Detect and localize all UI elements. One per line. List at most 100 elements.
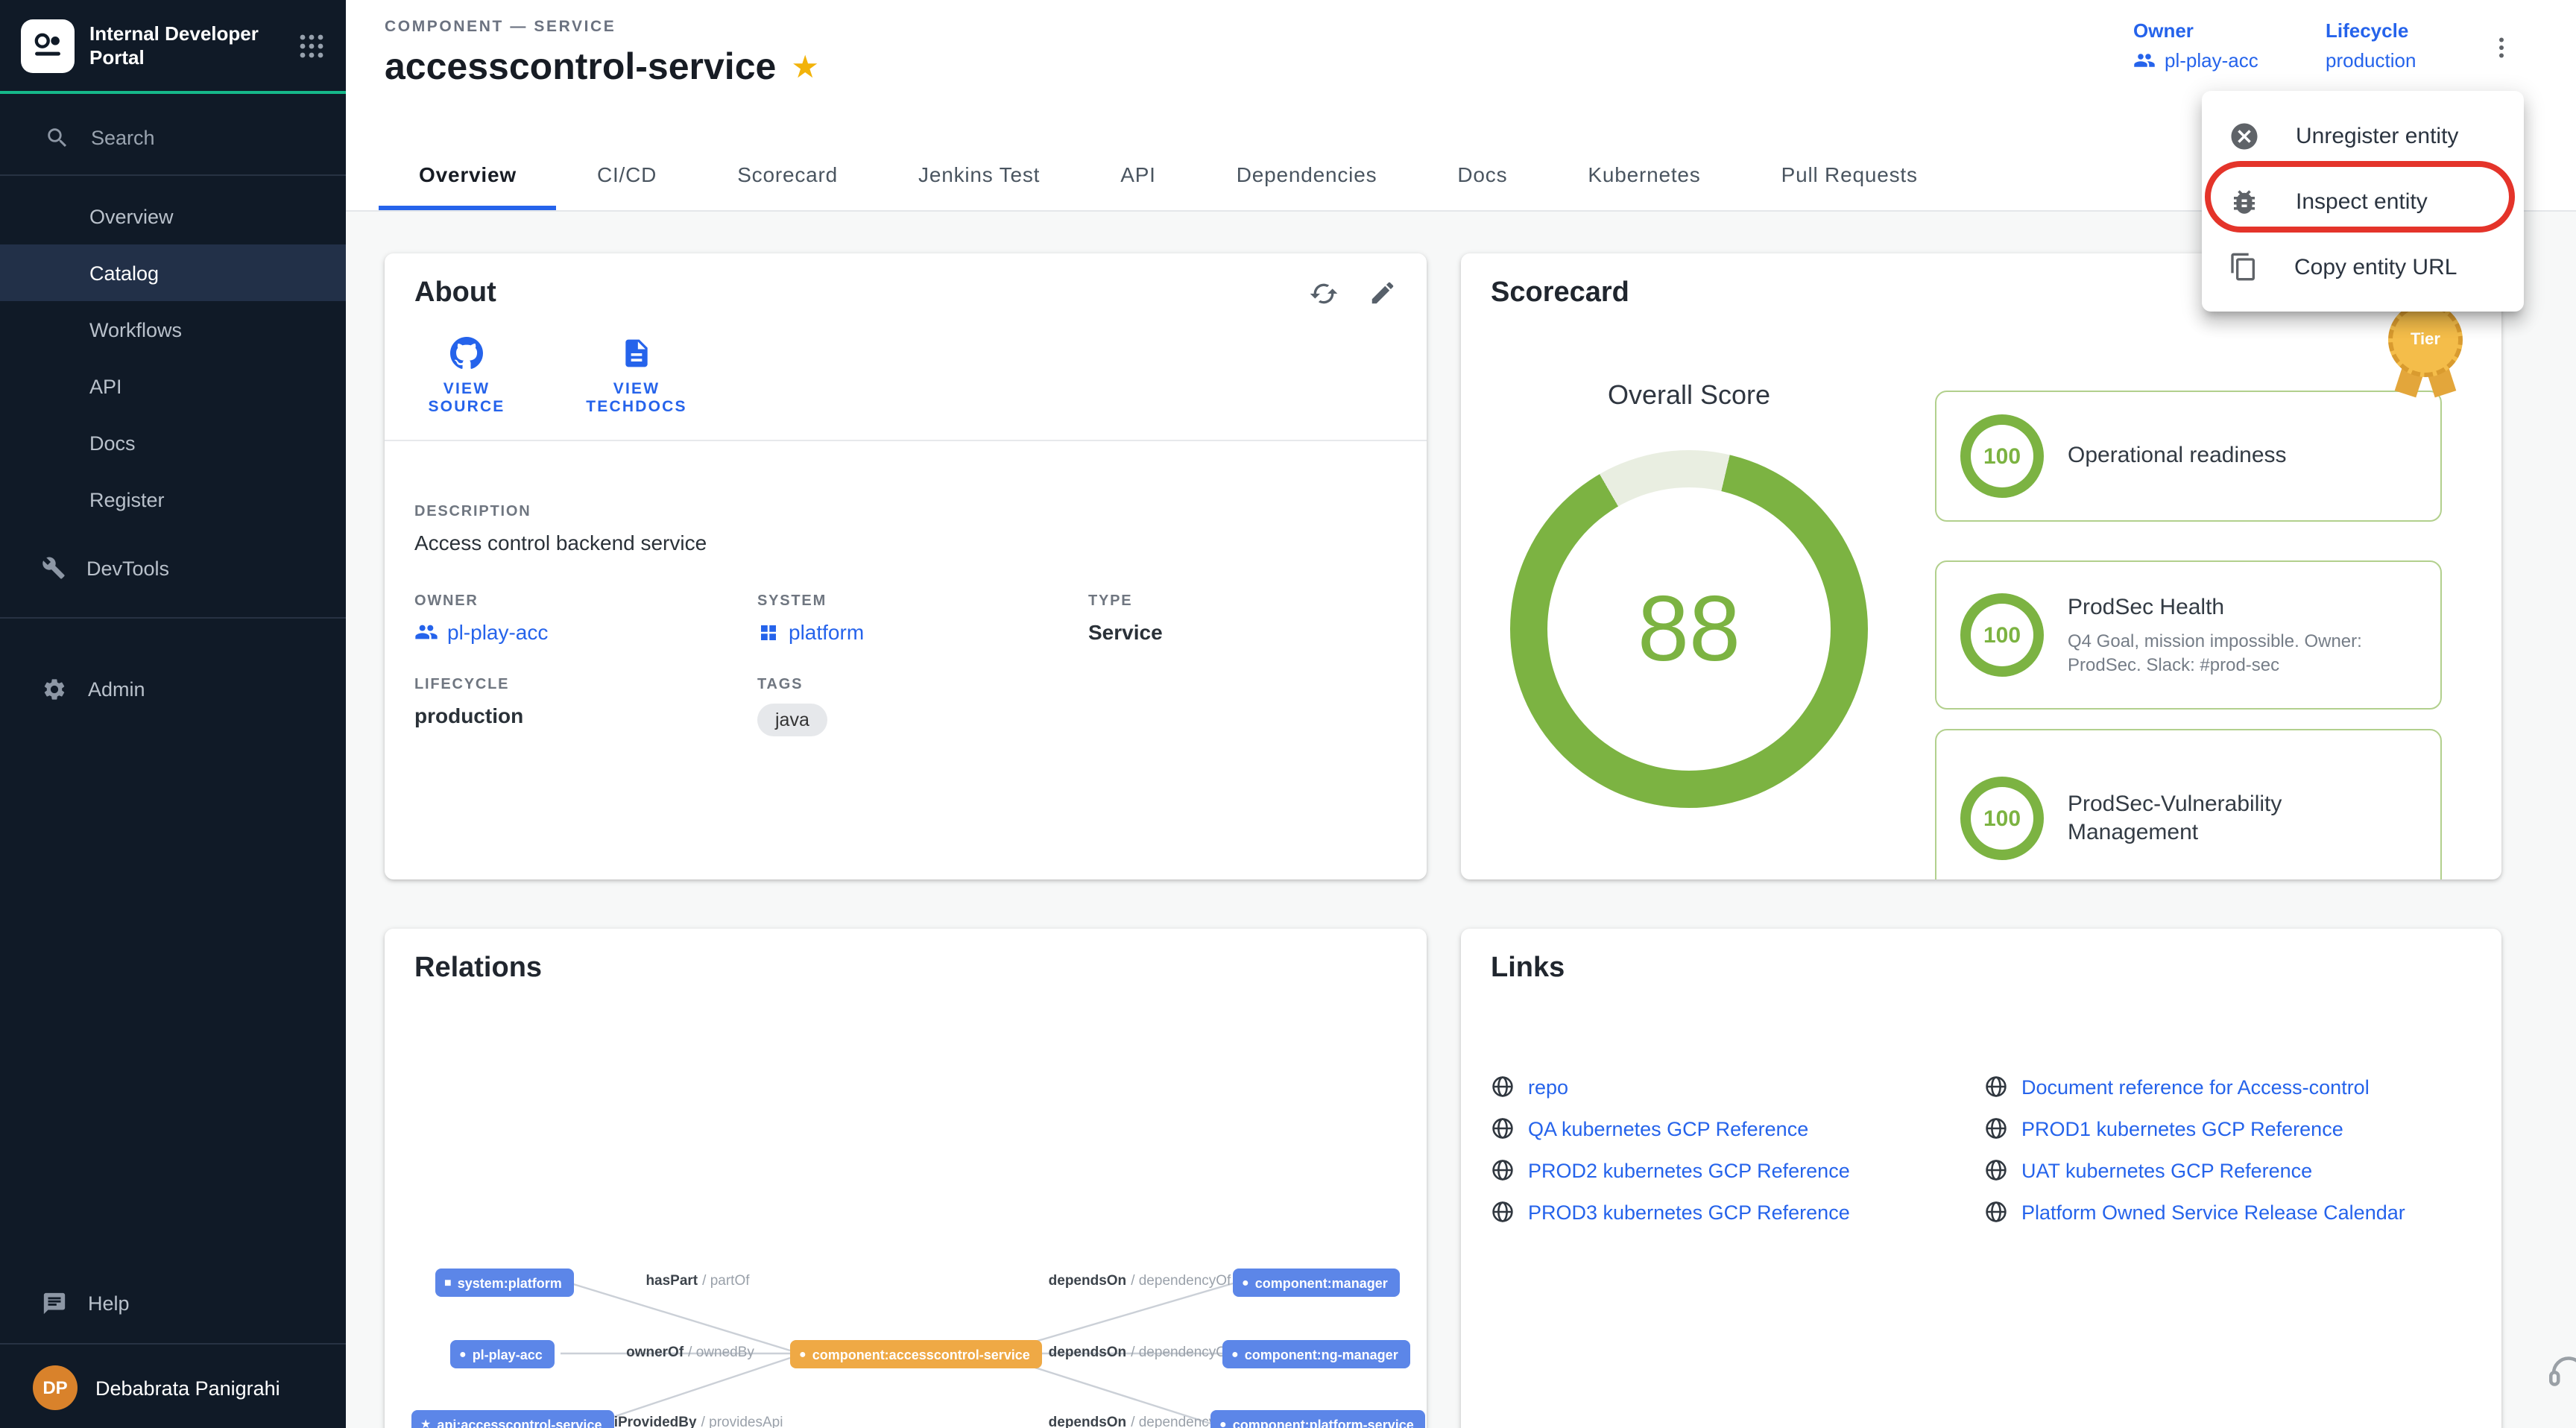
tab-dependencies[interactable]: Dependencies (1196, 139, 1418, 210)
edge-label: hasPart/ partOf (608, 1273, 787, 1289)
link-item[interactable]: Platform Owned Service Release Calendar (1984, 1191, 2491, 1233)
link-item[interactable]: PROD3 kubernetes GCP Reference (1491, 1191, 1968, 1233)
score-item[interactable]: 100 Operational readiness (1935, 391, 2442, 522)
relation-node-api[interactable]: ★api:accesscontrol-service (411, 1410, 613, 1428)
refresh-icon[interactable] (1309, 279, 1339, 309)
owner-field-link[interactable]: pl-play-acc (414, 620, 757, 644)
overall-score-value: 88 (1638, 576, 1740, 682)
links-card: Links repo QA kubernetes GCP Reference P… (1461, 929, 2501, 1428)
copy-icon (2229, 252, 2258, 282)
component-icon: ● (1219, 1418, 1227, 1428)
sidebar-item-admin[interactable]: Admin (0, 660, 346, 717)
headset-support-icon[interactable] (2546, 1349, 2576, 1401)
edge-label: ownerOf/ ownedBy (601, 1345, 780, 1361)
entity-tabs: Overview CI/CD Scorecard Jenkins Test AP… (379, 139, 1958, 210)
sidebar-item-catalog[interactable]: Catalog (0, 244, 346, 301)
tab-scorecard[interactable]: Scorecard (697, 139, 878, 210)
globe-icon (1491, 1158, 1515, 1182)
brand-accent-line (0, 91, 346, 94)
edit-pencil-icon[interactable] (1368, 279, 1397, 309)
tab-overview[interactable]: Overview (379, 139, 557, 210)
sidebar-nav: Overview Catalog Workflows API Docs Regi… (0, 188, 346, 528)
type-field-value: Service (1088, 620, 1397, 644)
type-field-label: TYPE (1088, 593, 1397, 610)
globe-icon (1984, 1158, 2008, 1182)
menu-item-copy-entity-url[interactable]: Copy entity URL (2202, 234, 2524, 300)
gear-icon (42, 676, 67, 701)
edge-label: dependsOn/ dependencyOf (1046, 1415, 1233, 1428)
sidebar-item-register[interactable]: Register (0, 471, 346, 528)
user-profile[interactable]: DP Debabrata Panigrahi (0, 1356, 346, 1428)
relation-node-platform-service[interactable]: ●component:platform-service (1210, 1410, 1426, 1428)
sidebar-item-docs[interactable]: Docs (0, 414, 346, 471)
bug-icon (2229, 186, 2260, 217)
lifecycle-label: Lifecycle (2326, 19, 2416, 42)
api-star-icon: ★ (420, 1418, 431, 1428)
tab-jenkins-test[interactable]: Jenkins Test (878, 139, 1080, 210)
relation-node-center[interactable]: ●component:accesscontrol-service (790, 1340, 1042, 1368)
github-icon (450, 337, 483, 370)
link-item[interactable]: UAT kubernetes GCP Reference (1984, 1149, 2491, 1191)
component-icon: ● (1231, 1348, 1239, 1360)
sidebar-divider (0, 174, 346, 176)
relation-node-system[interactable]: ■system:platform (435, 1269, 574, 1297)
view-source-button[interactable]: VIEW SOURCE (414, 337, 519, 416)
relation-node-manager[interactable]: ●component:manager (1233, 1269, 1400, 1297)
link-item[interactable]: repo (1491, 1066, 1968, 1108)
sidebar-item-workflows[interactable]: Workflows (0, 301, 346, 358)
app-root: Internal Developer Portal Search Overvie… (0, 0, 2576, 1428)
description-label: DESCRIPTION (414, 504, 1397, 520)
scorecard-card: Scorecard Tier Overall Score 88 100 Oper… (1461, 253, 2501, 879)
lifecycle-field-value: production (414, 704, 757, 727)
score-title: ProdSec-Vulnerability Management (2068, 791, 2282, 845)
globe-icon (1491, 1200, 1515, 1224)
tab-pull-requests[interactable]: Pull Requests (1741, 139, 1958, 210)
favorite-star-icon[interactable]: ★ (791, 52, 819, 83)
tab-cicd[interactable]: CI/CD (557, 139, 697, 210)
sidebar-divider (0, 617, 346, 619)
apps-grid-icon[interactable] (298, 33, 325, 60)
view-techdocs-button[interactable]: VIEW TECHDOCS (584, 337, 689, 416)
edge-label: dependsOn/ dependencyOf (1046, 1345, 1233, 1361)
system-field-label: SYSTEM (757, 593, 1088, 610)
links-card-title: Links (1491, 952, 1565, 985)
menu-item-inspect-entity[interactable]: Inspect entity (2202, 168, 2524, 234)
score-item[interactable]: 100 ProdSec Health Q4 Goal, mission impo… (1935, 560, 2442, 710)
portal-logo-icon (21, 19, 75, 73)
entity-context-menu-button[interactable] (2481, 27, 2522, 69)
tag-chip[interactable]: java (757, 704, 827, 736)
tab-kubernetes[interactable]: Kubernetes (1547, 139, 1740, 210)
links-column-2: Document reference for Access-control PR… (1984, 1066, 2491, 1233)
sidebar-item-help[interactable]: Help (0, 1274, 346, 1331)
about-card-title: About (414, 277, 496, 310)
link-item[interactable]: PROD1 kubernetes GCP Reference (1984, 1108, 2491, 1149)
link-item[interactable]: Document reference for Access-control (1984, 1066, 2491, 1108)
globe-icon (1984, 1075, 2008, 1099)
wrench-icon (42, 556, 66, 580)
owner-block: Owner pl-play-acc (2133, 19, 2258, 72)
score-title: Operational readiness (2068, 443, 2287, 469)
search-icon (45, 124, 70, 150)
menu-item-unregister-entity[interactable]: Unregister entity (2202, 103, 2524, 168)
system-field-link[interactable]: platform (757, 620, 1088, 644)
globe-icon (1984, 1116, 2008, 1140)
tab-api[interactable]: API (1080, 139, 1196, 210)
sidebar-search-label: Search (91, 126, 155, 148)
link-item[interactable]: QA kubernetes GCP Reference (1491, 1108, 1968, 1149)
system-icon (757, 621, 780, 643)
entity-context-menu: Unregister entity Inspect entity Copy en… (2202, 91, 2524, 312)
sidebar-item-search[interactable]: Search (0, 112, 346, 162)
score-item[interactable]: 100 ProdSec-Vulnerability Management (1935, 729, 2442, 879)
tags-field-label: TAGS (757, 677, 1088, 693)
relation-node-owner[interactable]: ●pl-play-acc (450, 1340, 555, 1368)
sidebar-item-devtools[interactable]: DevTools (0, 540, 346, 596)
link-item[interactable]: PROD2 kubernetes GCP Reference (1491, 1149, 1968, 1191)
description-value: Access control backend service (414, 531, 1397, 555)
tab-docs[interactable]: Docs (1417, 139, 1547, 210)
scorecard-card-title: Scorecard (1491, 277, 1629, 310)
owner-link[interactable]: pl-play-acc (2133, 49, 2258, 72)
sidebar-item-overview[interactable]: Overview (0, 188, 346, 244)
relation-node-ng-manager[interactable]: ●component:ng-manager (1222, 1340, 1410, 1368)
sidebar-item-api[interactable]: API (0, 358, 346, 414)
breadcrumb: COMPONENT — SERVICE (385, 18, 616, 36)
